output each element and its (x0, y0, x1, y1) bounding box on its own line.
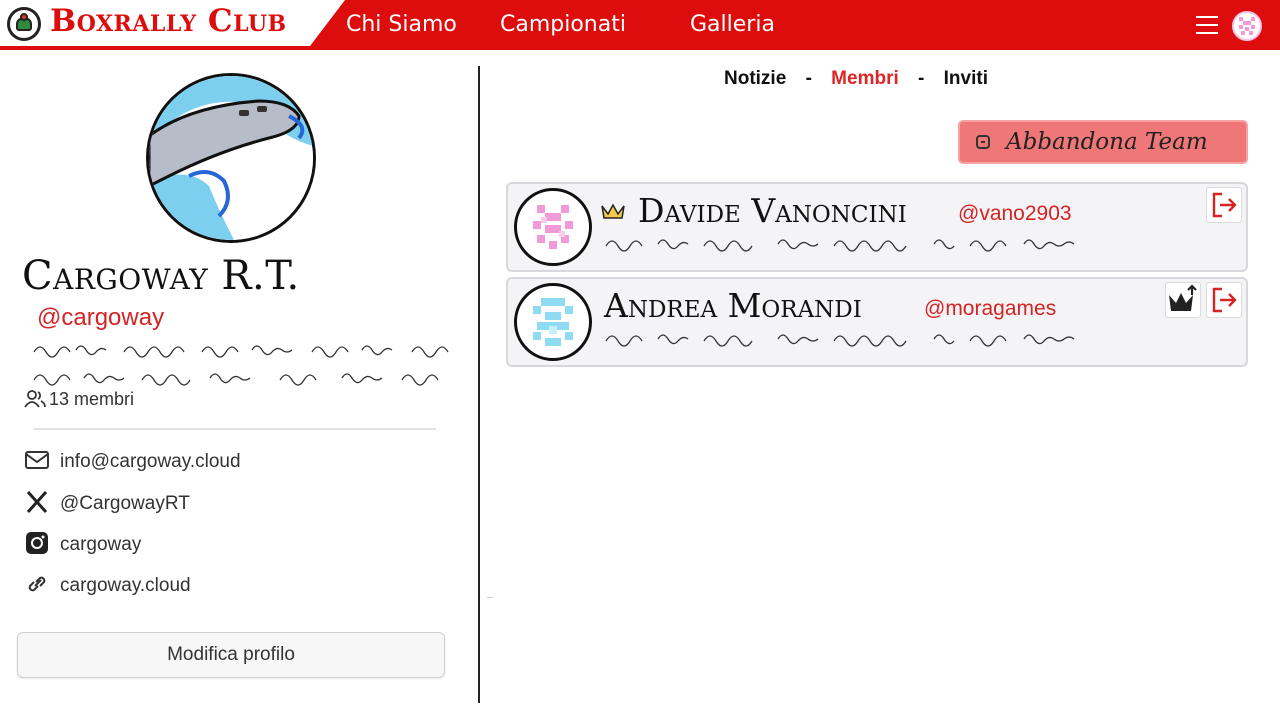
top-navbar: Boxrally Club Chi Siamo Campionati Galle… (0, 0, 1280, 50)
brand-name[interactable]: Boxrally Club (50, 3, 287, 39)
hamburger-icon[interactable] (1196, 16, 1218, 34)
nav-campionati[interactable]: Campionati (500, 12, 626, 37)
leave-icon (976, 135, 990, 149)
user-avatar[interactable] (1232, 11, 1262, 41)
contact-website[interactable]: cargoway.cloud (24, 572, 191, 597)
instagram-icon (26, 532, 48, 554)
member-card: Davide Vanoncini @vano2903 (506, 182, 1248, 272)
member-name: Davide Vanoncini (638, 191, 907, 230)
tab-notizie[interactable]: Notizie (724, 68, 786, 89)
contact-x[interactable]: @CargowayRT (24, 490, 190, 515)
logout-icon (1212, 287, 1237, 313)
tab-separator: - (918, 68, 925, 89)
x-logo-icon (26, 490, 48, 514)
team-avatar (146, 73, 316, 243)
leave-team-button[interactable]: Abbandona Team (958, 120, 1248, 164)
promote-member-button[interactable] (1165, 282, 1201, 318)
team-tabs: Notizie - Membri - Inviti (724, 68, 988, 90)
contact-instagram[interactable]: cargoway (24, 531, 141, 556)
leave-team-label: Abbandona Team (1006, 129, 1208, 155)
promote-icon (1169, 284, 1197, 311)
tab-inviti[interactable]: Inviti (944, 68, 988, 89)
stray-mark (487, 597, 493, 598)
brand-area[interactable]: Boxrally Club (0, 0, 345, 46)
member-avatar (514, 283, 592, 361)
team-handle: @cargoway (37, 304, 165, 331)
member-bio-scribble (605, 239, 1075, 252)
member-bio-scribble (605, 334, 1075, 347)
club-logo (7, 7, 41, 41)
nav-chi-siamo[interactable]: Chi Siamo (346, 12, 457, 37)
member-handle[interactable]: @moragames (924, 297, 1056, 321)
tab-separator: - (805, 68, 812, 89)
logout-icon (1212, 192, 1237, 218)
member-avatar (514, 188, 592, 266)
tab-membri[interactable]: Membri (831, 68, 899, 89)
link-icon (28, 576, 46, 592)
contact-email[interactable]: info@cargoway.cloud (24, 448, 241, 473)
members-count: 13 membri (24, 389, 134, 410)
mail-icon (25, 451, 49, 469)
team-name: Cargoway R.T. (22, 253, 300, 299)
users-icon (24, 390, 46, 408)
member-name: Andrea Morandi (604, 286, 862, 325)
nav-galleria[interactable]: Galleria (690, 12, 775, 37)
kick-member-button[interactable] (1206, 187, 1242, 223)
panel-divider (478, 66, 480, 703)
kick-member-button[interactable] (1206, 282, 1242, 318)
member-card: Andrea Morandi @moragames (506, 277, 1248, 367)
crown-icon (601, 203, 625, 219)
team-description-scribble (33, 345, 449, 386)
member-handle[interactable]: @vano2903 (958, 202, 1072, 226)
section-divider (34, 428, 436, 430)
edit-profile-button[interactable]: Modifica profilo (17, 632, 445, 678)
